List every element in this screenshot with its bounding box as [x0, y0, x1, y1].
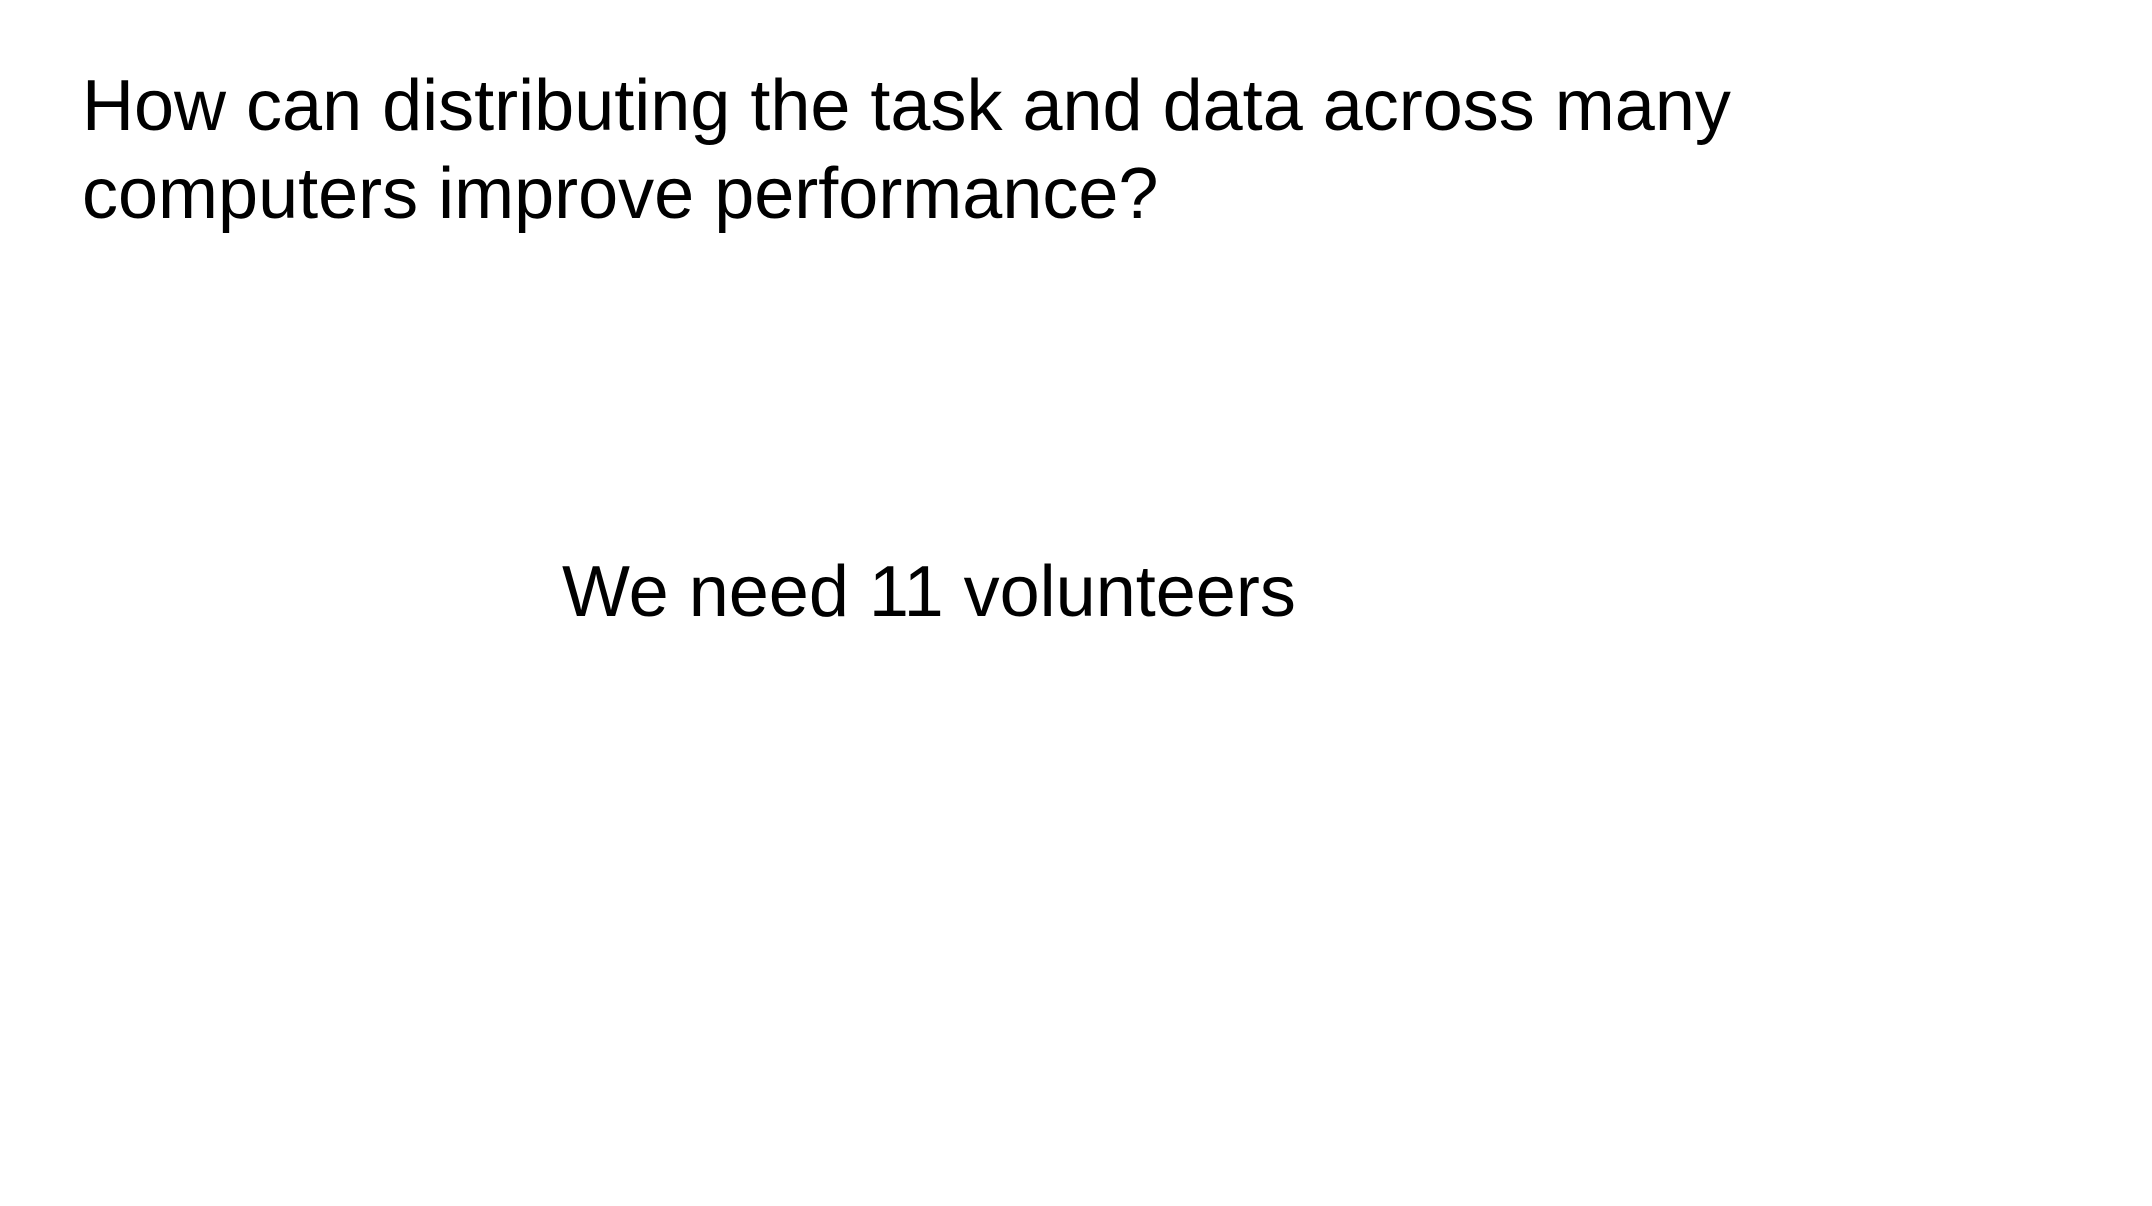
- slide-title: How can distributing the task and data a…: [82, 62, 1982, 238]
- slide-title-line-2: computers improve performance?: [82, 154, 1159, 234]
- slide-title-line-1: How can distributing the task and data a…: [82, 66, 1731, 146]
- slide-body-text: We need 11 volunteers: [562, 552, 1296, 632]
- slide: How can distributing the task and data a…: [0, 0, 2152, 1206]
